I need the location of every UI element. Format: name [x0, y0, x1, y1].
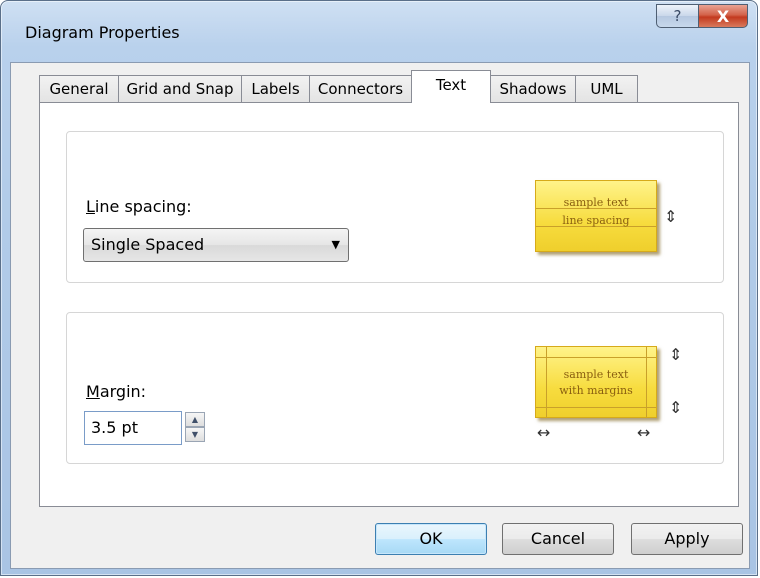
preview-text-line: sample text: [563, 368, 629, 381]
margin-label: Margin:: [86, 382, 147, 401]
line-spacing-label: Line spacing:: [86, 197, 192, 216]
vertical-double-arrow-icon: ⇕: [664, 207, 678, 226]
preview-text-line: sample text: [563, 196, 629, 209]
tab-labels[interactable]: Labels: [241, 75, 310, 103]
margin-group: Margin: 3.5 pt ▲ ▼ sample text with marg…: [66, 312, 724, 464]
spin-down-button[interactable]: ▼: [185, 427, 205, 442]
horizontal-double-arrow-icon: ↔: [637, 423, 651, 442]
preview-text-line: line spacing: [562, 214, 630, 227]
tab-shadows[interactable]: Shadows: [490, 75, 576, 103]
margin-input[interactable]: 3.5 pt: [84, 411, 182, 445]
dialog-window: Diagram Properties ? X General Grid and …: [0, 0, 758, 576]
help-icon: ?: [673, 7, 682, 25]
line-spacing-preview: sample text line spacing: [535, 180, 657, 252]
dialog-client-area: General Grid and Snap Labels Connectors …: [10, 62, 750, 569]
vertical-double-arrow-icon: ⇕: [669, 398, 683, 417]
close-button[interactable]: X: [698, 4, 748, 28]
tab-text[interactable]: Text: [411, 70, 491, 103]
tab-general[interactable]: General: [39, 75, 119, 103]
cancel-button[interactable]: Cancel: [502, 523, 614, 555]
horizontal-double-arrow-icon: ↔: [537, 423, 551, 442]
window-title: Diagram Properties: [25, 23, 180, 42]
vertical-double-arrow-icon: ⇕: [669, 345, 683, 364]
tab-page-text: Line spacing: Single Spaced ▼ sample tex…: [39, 102, 739, 507]
help-button[interactable]: ?: [656, 4, 699, 28]
line-spacing-dropdown[interactable]: Single Spaced ▼: [83, 228, 349, 262]
ok-button[interactable]: OK: [375, 523, 487, 555]
tab-uml[interactable]: UML: [575, 75, 638, 103]
apply-button[interactable]: Apply: [631, 523, 743, 555]
line-spacing-selected-value: Single Spaced: [91, 235, 205, 254]
preview-gridline: [546, 347, 547, 417]
preview-gridline: [646, 347, 647, 417]
line-spacing-group: Line spacing: Single Spaced ▼ sample tex…: [66, 131, 724, 283]
close-icon: X: [716, 6, 730, 26]
margin-preview: sample text with margins: [535, 346, 657, 418]
preview-gridline: [536, 407, 656, 408]
preview-gridline: [536, 357, 656, 358]
tab-grid-and-snap[interactable]: Grid and Snap: [118, 75, 242, 103]
spin-up-button[interactable]: ▲: [185, 412, 205, 427]
tab-connectors[interactable]: Connectors: [309, 75, 412, 103]
chevron-down-icon: ▼: [331, 238, 340, 251]
preview-text-line: with margins: [559, 384, 633, 397]
